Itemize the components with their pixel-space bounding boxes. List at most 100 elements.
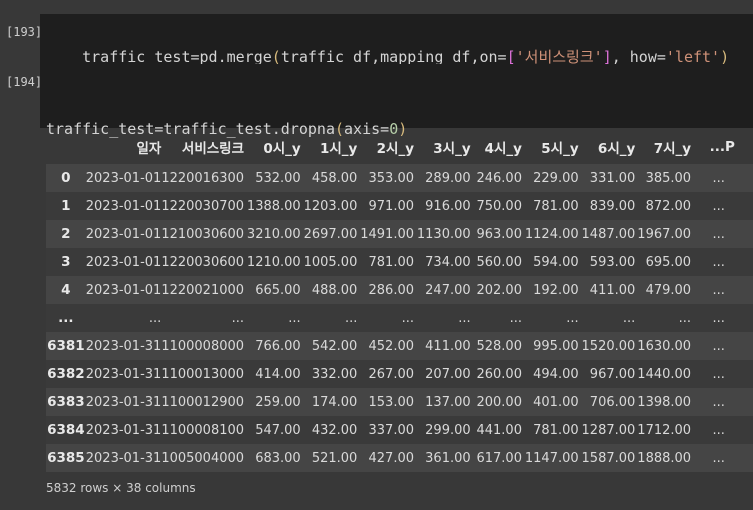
code-cell-194[interactable]: [194] traffic_test=traffic_test.dropna(a… xyxy=(0,64,753,204)
table-cell: 532.00 xyxy=(255,170,301,186)
table-row: 4 2023-01-01 1220021000 665.00 488.00 286.00 2… xyxy=(46,276,753,304)
table-cell: 995.00 xyxy=(533,338,579,354)
table-cell: 1287.00 xyxy=(581,422,636,438)
table-cell: 1967.00 xyxy=(637,226,692,242)
table-cell: 299.00 xyxy=(425,422,471,438)
table-cell: 560.00 xyxy=(476,254,522,270)
table-cell: 401.00 xyxy=(533,394,579,410)
table-cell: 1124.00 xyxy=(524,226,579,242)
table-cell: 1203.00 xyxy=(303,198,358,214)
table-cell: 542.00 xyxy=(311,338,358,354)
table-cell: 174.00 xyxy=(311,394,358,410)
table-cell: ... xyxy=(712,170,725,186)
table-cell xyxy=(725,220,753,248)
cell-prompt: [193] xyxy=(6,25,43,39)
table-cell: 452.00 xyxy=(368,338,415,354)
table-cell xyxy=(725,276,753,304)
table-cell: ... xyxy=(712,394,725,410)
row-index: 1 xyxy=(61,198,71,214)
table-cell: 286.00 xyxy=(368,282,415,298)
table-cell: 706.00 xyxy=(589,394,636,410)
table-cell: 488.00 xyxy=(311,282,358,298)
table-cell: 353.00 xyxy=(368,170,415,186)
table-cell: ... xyxy=(712,282,725,298)
table-row: 2 2023-01-01 1210030600 3210.00 2697.00 1491.… xyxy=(46,220,753,248)
table-cell: 479.00 xyxy=(645,282,692,298)
table-cell: 1147.00 xyxy=(524,450,579,466)
table-cell: ... xyxy=(622,310,636,326)
dataframe-output: 일자 서비스링크 0시_y 1시_y 2시_y 3시_y 4시_y 5시_y 6시_y 7시_y.… xyxy=(46,130,753,472)
table-cell: 2023-01-31 xyxy=(85,366,162,382)
table-cell xyxy=(725,444,753,472)
table-cell: 1388.00 xyxy=(246,198,301,214)
table-cell: ... xyxy=(712,338,725,354)
table-cell xyxy=(725,388,753,416)
column-header: 4시_y xyxy=(484,141,522,157)
table-cell: 385.00 xyxy=(645,170,692,186)
code-editor[interactable]: traffic_test=pd.merge(traffic_df,mapping… xyxy=(40,14,753,66)
table-cell: 967.00 xyxy=(589,366,636,382)
column-header: 6시_y xyxy=(597,141,636,157)
table-cell: ... xyxy=(344,310,358,326)
header-row: 일자 서비스링크 0시_y 1시_y 2시_y 3시_y 4시_y 5시_y 6시_y 7시_y.… xyxy=(46,130,753,164)
table-cell: 337.00 xyxy=(368,422,415,438)
table-cell: ... xyxy=(288,310,301,326)
table-cell: 441.00 xyxy=(476,422,522,438)
table-cell: 458.00 xyxy=(311,170,358,186)
table-cell: 683.00 xyxy=(255,450,301,466)
table-cell: 331.00 xyxy=(589,170,636,186)
code-cell-193[interactable]: [193] traffic_test=pd.merge(traffic_df,m… xyxy=(0,0,753,66)
table-cell: 427.00 xyxy=(368,450,415,466)
table-cell: ... xyxy=(231,310,245,326)
table-cell: 259.00 xyxy=(255,394,301,410)
table-cell xyxy=(725,360,753,388)
table-cell: 332.00 xyxy=(311,366,358,382)
column-header: 2시_y xyxy=(376,141,414,157)
row-index: 6385 xyxy=(47,450,85,466)
table-cell: ... xyxy=(678,310,692,326)
table-cell: 1398.00 xyxy=(637,394,692,410)
column-header xyxy=(46,130,86,164)
table-cell: 1220016300 xyxy=(161,170,245,186)
table-cell: ... xyxy=(712,366,725,382)
table-cell: 1712.00 xyxy=(637,422,692,438)
table-cell: 361.00 xyxy=(425,450,471,466)
table-row: 6382 2023-01-31 1100013000 414.00 332.00 267.… xyxy=(46,360,753,388)
table-cell: 153.00 xyxy=(368,394,415,410)
column-header: 1시_y xyxy=(319,141,358,157)
table-row: 1 2023-01-01 1220030700 1388.00 1203.00 971.0… xyxy=(46,192,753,220)
table-cell: 414.00 xyxy=(255,366,301,382)
row-index: 3 xyxy=(61,254,71,270)
table-cell xyxy=(725,192,753,220)
table-cell: ... xyxy=(712,310,725,326)
column-header: P xyxy=(724,139,735,155)
table-cell: 2023-01-01 xyxy=(85,198,162,214)
table-cell: 1888.00 xyxy=(637,450,692,466)
table-cell: 695.00 xyxy=(645,254,692,270)
table-cell: ... xyxy=(712,254,725,270)
table-cell: 872.00 xyxy=(645,198,692,214)
table-cell xyxy=(725,304,753,332)
column-header: 3시_y xyxy=(433,141,471,157)
table-cell: 1100008100 xyxy=(161,422,245,438)
table-cell: 1100012900 xyxy=(161,394,245,410)
table-cell: ... xyxy=(712,198,725,214)
table-row: 3 2023-01-01 1220030600 1210.00 1005.00 781.0… xyxy=(46,248,753,276)
table-row: 0 2023-01-01 1220016300 532.00 458.00 353.00 2… xyxy=(46,164,753,192)
column-header: 서비스링크 xyxy=(181,141,245,157)
column-header: 5시_y xyxy=(541,141,579,157)
table-cell: 2023-01-01 xyxy=(85,282,162,298)
code-editor[interactable]: traffic_test=traffic_test.dropna(axis=0)… xyxy=(40,64,753,204)
table-row: 6385 2023-01-31 1005004000 683.00 521.00 427.… xyxy=(46,444,753,472)
table-cell: 734.00 xyxy=(425,254,471,270)
table-cell: 665.00 xyxy=(255,282,301,298)
table-row: 6381 2023-01-31 1100008000 766.00 542.00 452.… xyxy=(46,332,753,360)
table-cell: 2023-01-01 xyxy=(85,254,162,270)
table-cell: 411.00 xyxy=(425,338,471,354)
table-cell: 137.00 xyxy=(425,394,471,410)
table-cell: 1210.00 xyxy=(246,254,301,270)
table-cell xyxy=(725,164,753,192)
table-cell: 200.00 xyxy=(476,394,522,410)
table-cell: 1210030600 xyxy=(161,226,245,242)
table-cell: 1587.00 xyxy=(581,450,636,466)
